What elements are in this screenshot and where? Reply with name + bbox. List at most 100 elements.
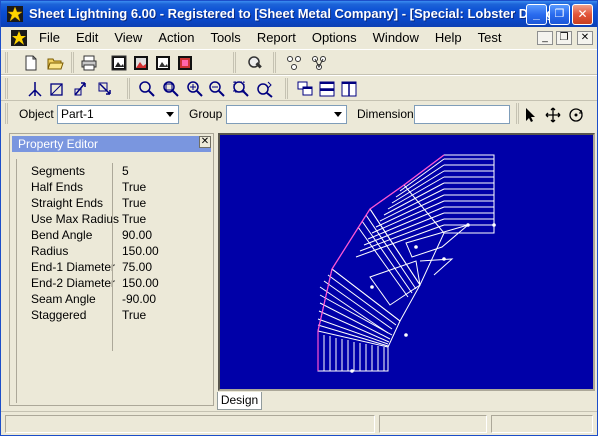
property-row-half-ends[interactable]: Half Ends True (17, 179, 213, 195)
property-row-seam-angle[interactable]: Seam Angle -90.00 (17, 291, 213, 307)
zoom-pan-icon[interactable] (255, 79, 275, 99)
menu-file[interactable]: File (31, 27, 68, 49)
property-row-use-max-radius[interactable]: Use Max Radius True (17, 211, 213, 227)
move-icon[interactable] (95, 79, 115, 99)
property-row-end-2-diameter[interactable]: End-2 Diameter 150.00 (17, 275, 213, 291)
property-value[interactable]: 150.00 (122, 276, 159, 290)
group-select[interactable] (226, 105, 347, 124)
dimension-input[interactable] (414, 105, 510, 124)
property-name: Bend Angle (31, 228, 93, 242)
select-arrow-icon[interactable] (521, 105, 541, 125)
move-cross-icon[interactable] (543, 105, 563, 125)
app-icon[interactable] (7, 6, 23, 22)
toolbar-separator (273, 52, 276, 73)
column-divider (112, 291, 113, 307)
property-value[interactable]: True (122, 212, 146, 226)
menu-items: File Edit View Action Tools Report Optio… (31, 27, 510, 49)
tab-design[interactable]: Design (217, 392, 262, 410)
document-icon[interactable] (11, 30, 27, 46)
property-name: End-2 Diameter (31, 276, 116, 290)
column-divider (112, 163, 113, 179)
menu-test[interactable]: Test (470, 27, 510, 49)
column-divider (112, 243, 113, 259)
property-editor-panel: Property Editor ✕ Segments 5 Half Ends T… (9, 133, 214, 406)
mdi-restore-button[interactable]: ❐ (556, 31, 572, 45)
mdi-close-button[interactable]: ✕ (577, 31, 593, 45)
minimize-button[interactable]: _ (526, 4, 547, 25)
image-red-icon[interactable] (175, 53, 195, 73)
group-nodes-icon[interactable] (285, 53, 305, 73)
menu-tools[interactable]: Tools (202, 27, 248, 49)
menu-edit[interactable]: Edit (68, 27, 106, 49)
property-value[interactable]: 90.00 (122, 228, 152, 242)
preview-icon[interactable] (245, 53, 265, 73)
zoom-out-icon[interactable] (207, 79, 227, 99)
mdi-minimize-button[interactable]: _ (537, 31, 553, 45)
tile-icon[interactable] (295, 79, 315, 99)
toolbar-grip[interactable] (5, 52, 8, 73)
property-row-bend-angle[interactable]: Bend Angle 90.00 (17, 227, 213, 243)
property-row-end-1-diameter[interactable]: End-1 Diameter 75.00 (17, 259, 213, 275)
toolbar-grip[interactable] (5, 103, 8, 124)
zoom-icon[interactable] (137, 79, 157, 99)
property-row-segments[interactable]: Segments 5 (17, 163, 213, 179)
property-editor-close-icon[interactable]: ✕ (199, 136, 211, 148)
object-select[interactable]: Part-1 (57, 105, 179, 124)
tab-strip (217, 392, 595, 410)
develop-icon[interactable] (47, 79, 67, 99)
picture-icon[interactable] (153, 53, 173, 73)
toolbar-grip[interactable] (5, 78, 8, 99)
property-value[interactable]: True (122, 180, 146, 194)
chevron-down-icon[interactable] (162, 107, 177, 122)
image-export-icon[interactable] (109, 53, 129, 73)
menu-bar: File Edit View Action Tools Report Optio… (1, 27, 597, 49)
property-name: End-1 Diameter (31, 260, 116, 274)
close-button[interactable]: ✕ (572, 4, 593, 25)
application-window: Sheet Lightning 6.00 - Registered to [Sh… (0, 0, 598, 436)
title-bar[interactable]: Sheet Lightning 6.00 - Registered to [Sh… (1, 1, 597, 27)
menu-report[interactable]: Report (249, 27, 304, 49)
property-value[interactable]: True (122, 196, 146, 210)
node-point (442, 257, 446, 261)
object-bar: Object Part-1 Group Dimension (1, 101, 597, 127)
rotate-icon[interactable] (71, 79, 91, 99)
property-value[interactable]: -90.00 (122, 292, 156, 306)
restore-button[interactable]: ❐ (549, 4, 570, 25)
standard-toolbar (1, 49, 597, 75)
property-name: Straight Ends (31, 196, 104, 210)
pattern-icon[interactable] (25, 79, 45, 99)
status-bar (1, 411, 597, 435)
property-value[interactable]: 150.00 (122, 244, 159, 258)
column-divider (112, 211, 113, 227)
menu-view[interactable]: View (106, 27, 150, 49)
stack-vertical-icon[interactable] (339, 79, 359, 99)
design-canvas[interactable] (218, 133, 595, 391)
property-row-radius[interactable]: Radius 150.00 (17, 243, 213, 259)
image-export-alt-icon[interactable] (131, 53, 151, 73)
zoom-in-icon[interactable] (185, 79, 205, 99)
menu-help[interactable]: Help (427, 27, 470, 49)
rotate-view-icon[interactable] (566, 105, 586, 125)
menu-options[interactable]: Options (304, 27, 365, 49)
property-value[interactable]: True (122, 308, 146, 322)
property-row-straight-ends[interactable]: Straight Ends True (17, 195, 213, 211)
open-folder-icon[interactable] (45, 53, 65, 73)
ungroup-nodes-icon[interactable] (309, 53, 329, 73)
toolbar-separator (285, 78, 288, 99)
chevron-down-icon[interactable] (330, 107, 345, 122)
new-file-icon[interactable] (21, 53, 41, 73)
stack-horizontal-icon[interactable] (317, 79, 337, 99)
property-value[interactable]: 75.00 (122, 260, 152, 274)
object-select-value: Part-1 (61, 107, 94, 121)
zoom-extents-icon[interactable] (231, 79, 251, 99)
menu-action[interactable]: Action (150, 27, 202, 49)
zoom-window-icon[interactable] (161, 79, 181, 99)
property-editor-title[interactable]: Property Editor (12, 136, 211, 152)
property-value[interactable]: 5 (122, 164, 129, 178)
property-row-staggered[interactable]: Staggered True (17, 307, 213, 323)
toolbar-separator (516, 103, 519, 124)
column-divider (112, 323, 113, 351)
print-icon[interactable] (79, 53, 99, 73)
menu-window[interactable]: Window (365, 27, 427, 49)
property-name: Half Ends (31, 180, 84, 194)
